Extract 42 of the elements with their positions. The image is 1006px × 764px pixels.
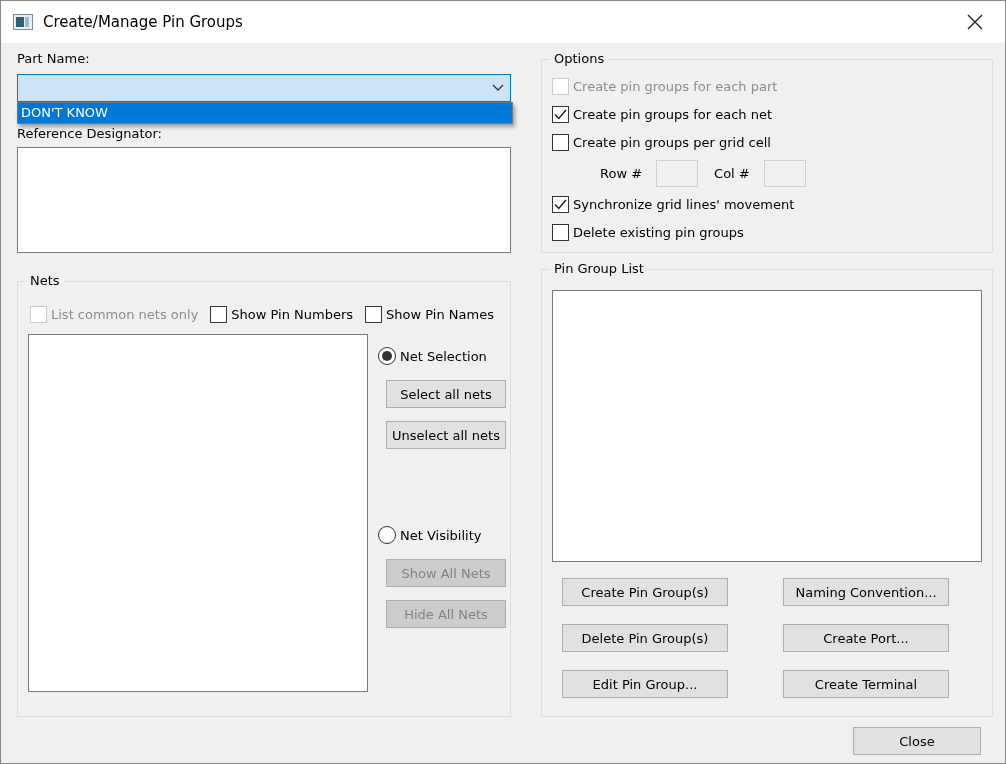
window-icon	[13, 14, 33, 30]
checkbox-label: List common nets only	[51, 306, 199, 322]
group-title: Options	[550, 51, 609, 66]
checkbox[interactable]	[552, 223, 569, 241]
checkbox-label: Create pin groups per grid cell	[573, 134, 771, 150]
reference-designator-field[interactable]	[17, 147, 511, 253]
field-label: Reference Designator:	[17, 126, 163, 141]
action-button[interactable]: Delete Pin Group(s)	[562, 624, 728, 652]
checkbox-label: Synchronize grid lines' movement	[573, 196, 795, 212]
checkbox[interactable]	[552, 195, 569, 213]
checkbox[interactable]	[210, 305, 228, 323]
col-field[interactable]	[763, 159, 806, 187]
group-title: Nets	[26, 273, 64, 288]
part-name-dropdown[interactable]	[17, 74, 511, 102]
checkbox[interactable]	[365, 305, 383, 323]
checkbox-label: Create pin groups for each part	[573, 78, 778, 94]
radio-label: Net Selection	[400, 348, 487, 364]
checkbox-label: Show Pin Names	[386, 306, 494, 322]
group-title: Pin Group List	[550, 261, 648, 276]
dropdown-option[interactable]: DON'T KNOW	[18, 103, 512, 123]
action-button[interactable]: Select all nets	[386, 380, 506, 408]
chevron-down-icon	[492, 84, 504, 92]
action-button[interactable]: Create Pin Group(s)	[562, 578, 728, 606]
checkbox-label: Delete existing pin groups	[573, 224, 744, 240]
field-label: Row #	[600, 165, 643, 181]
action-button[interactable]: Create Port...	[783, 624, 949, 652]
field-label: Col #	[714, 165, 750, 181]
checkbox-label: Create pin groups for each net	[573, 106, 773, 122]
action-button[interactable]: Unselect all nets	[386, 421, 506, 449]
action-button[interactable]: Edit Pin Group...	[562, 670, 728, 698]
radio-button[interactable]	[378, 526, 396, 544]
radio-button[interactable]	[378, 347, 396, 365]
radio-label: Net Visibility	[400, 527, 482, 543]
action-button[interactable]: Create Terminal	[783, 670, 949, 698]
close-button[interactable]: Close	[853, 727, 981, 755]
window-title: Create/Manage Pin Groups	[43, 13, 244, 31]
checkbox[interactable]	[552, 105, 569, 123]
action-button[interactable]: Naming Convention...	[783, 578, 949, 606]
field-label: Part Name:	[17, 51, 91, 66]
checkbox-label: Show Pin Numbers	[231, 306, 354, 322]
row-field[interactable]	[656, 159, 699, 187]
checkbox[interactable]	[552, 133, 569, 151]
